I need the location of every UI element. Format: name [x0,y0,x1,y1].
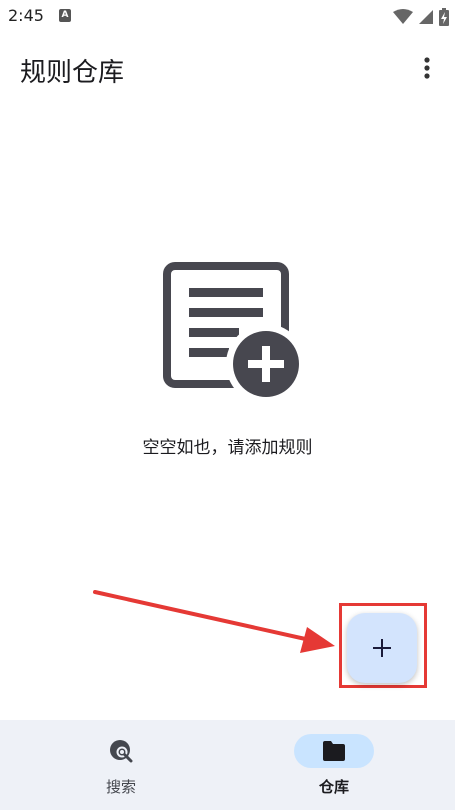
plus-icon [373,639,391,657]
wifi-icon [392,8,413,24]
add-rule-button[interactable] [347,613,417,683]
explore-search-icon [110,740,133,763]
nav-item-repository[interactable]: 仓库 [254,720,414,810]
status-time: 2:45 [8,6,44,25]
overflow-menu-button[interactable] [413,54,441,82]
a-icon: A [59,9,71,22]
status-bar: 2:45 A [0,0,455,32]
nav-indicator-selected [294,734,374,768]
nav-item-search[interactable]: 搜索 [41,720,201,810]
more-vert-icon [424,57,430,79]
battery-icon [439,7,449,26]
nav-indicator [81,734,161,768]
empty-state-message: 空空如也，请添加规则 [142,438,313,458]
annotation-arrow [93,590,335,653]
page-title: 规则仓库 [20,58,125,88]
folder-icon [323,741,345,761]
app-bar: 规则仓库 [0,40,455,100]
nav-label-search: 搜索 [105,778,136,796]
bottom-navigation: 搜索 仓库 [0,720,455,810]
nav-label-repository: 仓库 [318,778,349,796]
signal-icon [418,9,433,24]
status-icons [392,6,449,26]
add-document-icon [163,262,308,404]
